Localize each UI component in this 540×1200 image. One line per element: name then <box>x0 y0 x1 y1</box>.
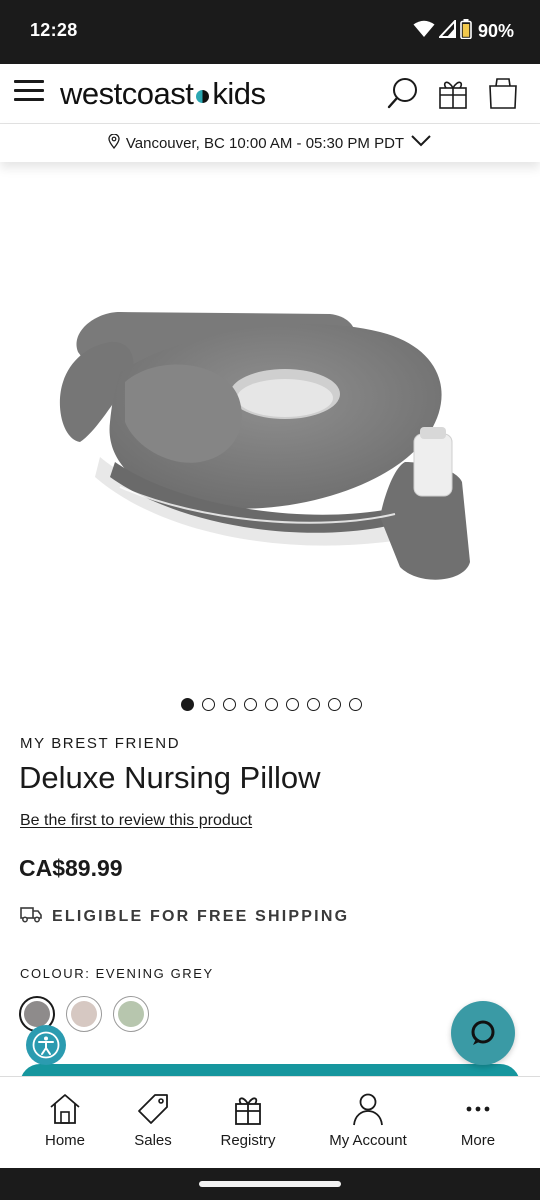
product-brand[interactable]: MY BREST FRIEND <box>20 735 180 752</box>
carousel-dot[interactable] <box>243 698 257 711</box>
product-title: Deluxe Nursing Pillow <box>19 760 321 795</box>
store-location-bar[interactable]: Vancouver, BC 10:00 AM - 05:30 PM PDT <box>0 124 540 162</box>
colour-swatch[interactable] <box>66 996 102 1032</box>
carousel-dot[interactable] <box>180 698 194 711</box>
image-carousel-dots <box>0 698 540 711</box>
store-location-text: Vancouver, BC 10:00 AM - 05:30 PM PDT <box>125 134 405 152</box>
menu-icon[interactable] <box>14 80 44 106</box>
review-link[interactable]: Be the first to review this product <box>20 812 252 830</box>
product-price: CA$89.99 <box>19 855 123 881</box>
carousel-dot[interactable] <box>348 698 362 711</box>
swatch-colour-fill <box>118 1001 144 1027</box>
gift-icon[interactable] <box>436 76 470 110</box>
nav-label-more: More <box>460 1132 496 1149</box>
search-icon[interactable] <box>386 76 420 110</box>
swatch-colour-fill <box>24 1001 50 1027</box>
colour-label: COLOUR: EVENING GREY <box>20 966 214 981</box>
tag-icon <box>135 1091 171 1127</box>
logo[interactable]: westcoast kids <box>60 74 266 114</box>
free-shipping-info: ELIGIBLE FOR FREE SHIPPING <box>20 905 349 928</box>
nav-item-my-account[interactable]: My Account <box>318 1077 418 1169</box>
swatch-colour-fill <box>71 1001 97 1027</box>
battery-icon <box>460 18 472 44</box>
more-dots-icon <box>460 1091 496 1127</box>
nav-label-registry: Registry <box>220 1132 276 1149</box>
site-header: westcoast kids <box>0 64 540 124</box>
carousel-dot[interactable] <box>306 698 320 711</box>
home-gesture-handle[interactable] <box>199 1181 341 1187</box>
wifi-icon <box>413 20 435 43</box>
carousel-dot[interactable] <box>327 698 341 711</box>
carousel-dot[interactable] <box>222 698 236 711</box>
accessibility-icon[interactable] <box>26 1025 66 1065</box>
logo-dot <box>196 89 210 103</box>
carousel-dot[interactable] <box>285 698 299 711</box>
battery-percent: 90% <box>477 20 514 41</box>
gift-icon <box>230 1091 266 1127</box>
nav-item-registry[interactable]: Registry <box>213 1077 283 1169</box>
nav-item-sales[interactable]: Sales <box>123 1077 183 1169</box>
logo-text-left: westcoast <box>60 76 194 111</box>
nav-item-more[interactable]: More <box>450 1077 506 1169</box>
status-time: 12:28 <box>30 20 78 40</box>
colour-swatch[interactable] <box>113 996 149 1032</box>
logo-text-right: kids <box>212 76 266 111</box>
nav-item-home[interactable]: Home <box>34 1077 96 1169</box>
home-icon <box>47 1091 83 1127</box>
truck-icon <box>20 905 42 928</box>
bottom-navigation: Home Sales Registry My Account More <box>0 1076 540 1168</box>
bag-icon[interactable] <box>486 76 520 110</box>
free-shipping-text: ELIGIBLE FOR FREE SHIPPING <box>52 907 350 925</box>
nav-label-sales: Sales <box>134 1132 172 1149</box>
nursing-pillow-illustration <box>59 312 470 580</box>
signal-icon <box>437 17 456 43</box>
chevron-down-icon[interactable] <box>410 134 432 152</box>
chat-icon[interactable] <box>451 1001 515 1065</box>
product-image[interactable] <box>0 162 540 687</box>
status-bar: 12:28 90% <box>0 0 540 64</box>
nav-label-home: Home <box>44 1132 85 1149</box>
carousel-dot[interactable] <box>264 698 278 711</box>
status-icons: 90% <box>413 17 514 44</box>
carousel-dot[interactable] <box>201 698 215 711</box>
nav-label-my-account: My Account <box>329 1132 407 1149</box>
location-pin-icon <box>108 132 120 153</box>
user-icon <box>350 1091 386 1127</box>
system-gesture-area <box>0 1168 540 1200</box>
